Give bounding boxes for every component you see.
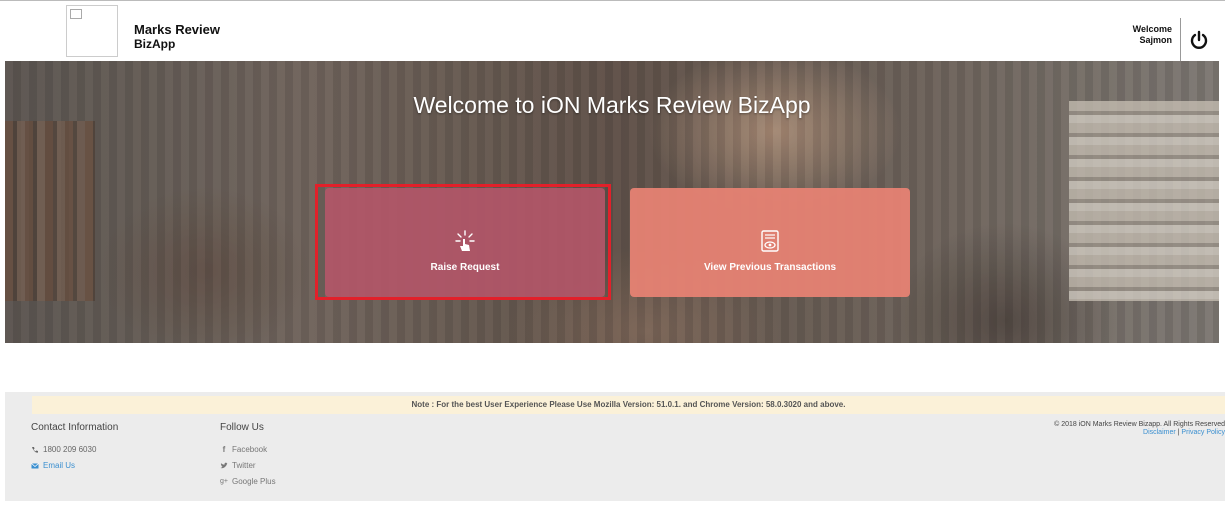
view-previous-transactions-tile[interactable]: View Previous Transactions — [630, 188, 910, 297]
twitter-link[interactable]: Twitter — [220, 461, 256, 470]
twitter-icon — [220, 462, 228, 468]
user-name: Sajmon — [1139, 35, 1172, 45]
twitter-label: Twitter — [232, 461, 256, 470]
browser-note: Note : For the best User Experience Plea… — [32, 396, 1225, 414]
email-us-label: Email Us — [43, 461, 76, 470]
privacy-policy-link[interactable]: Privacy Policy — [1181, 429, 1225, 436]
raise-request-label: Raise Request — [430, 262, 500, 273]
facebook-label: Facebook — [232, 445, 268, 454]
top-header: Marks Review BizApp Welcome Sajmon — [0, 0, 1225, 62]
app-name-line2: BizApp — [134, 37, 176, 51]
app-name: Marks Review BizApp — [134, 22, 220, 52]
raise-request-tile[interactable]: Raise Request — [325, 188, 605, 297]
facebook-icon: f — [222, 445, 226, 454]
hand-tap-icon — [455, 230, 475, 251]
user-greeting: Welcome Sajmon — [1118, 24, 1172, 46]
header-divider — [1180, 18, 1181, 62]
envelope-icon — [31, 462, 39, 468]
phone-icon — [32, 446, 38, 453]
welcome-label: Welcome — [1132, 24, 1172, 34]
document-view-icon — [761, 230, 779, 252]
google-plus-icon: g+ — [220, 478, 228, 485]
app-logo — [66, 5, 118, 57]
footer-links: Disclaimer | Privacy Policy — [1054, 429, 1225, 437]
hero-banner: Welcome to iON Marks Review BizApp Raise… — [5, 61, 1219, 343]
facebook-link[interactable]: f Facebook — [220, 445, 267, 454]
logout-button[interactable] — [1188, 29, 1210, 51]
email-us-link[interactable]: Email Us — [31, 461, 75, 470]
google-plus-link[interactable]: g+ Google Plus — [220, 477, 276, 486]
copyright-block: © 2018 iON Marks Review Bizapp. All Righ… — [1054, 421, 1225, 437]
google-plus-label: Google Plus — [232, 477, 276, 486]
copyright-text: © 2018 iON Marks Review Bizapp. All Righ… — [1054, 421, 1225, 428]
follow-us-title: Follow Us — [220, 422, 264, 433]
app-name-line1: Marks Review — [134, 22, 220, 37]
broken-image-icon — [70, 9, 82, 19]
contact-phone: 1800 209 6030 — [31, 445, 96, 454]
hero-title: Welcome to iON Marks Review BizApp — [413, 92, 811, 118]
hero-bookshelf-left — [5, 121, 95, 301]
phone-number: 1800 209 6030 — [43, 445, 97, 454]
view-previous-transactions-label: View Previous Transactions — [703, 262, 837, 273]
power-icon — [1190, 30, 1208, 49]
contact-title: Contact Information — [31, 422, 119, 433]
page-footer: Note : For the best User Experience Plea… — [5, 392, 1225, 501]
footer-link-separator: | — [1177, 429, 1180, 436]
hero-bookshelf-right — [1069, 101, 1219, 301]
disclaimer-link[interactable]: Disclaimer — [1143, 429, 1176, 436]
